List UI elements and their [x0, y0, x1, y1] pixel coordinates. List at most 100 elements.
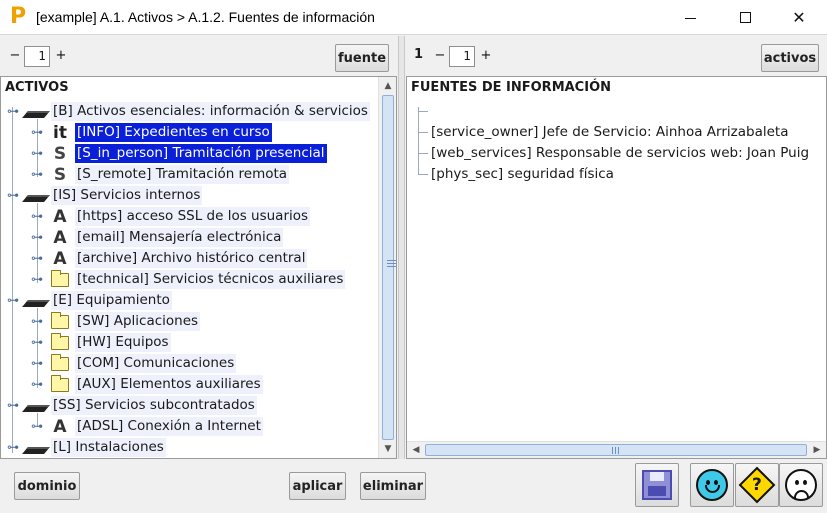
scroll-left-arrow-icon[interactable]: ◀ [407, 441, 425, 458]
folder-icon [49, 269, 71, 289]
fuente-list-item[interactable]: [service_owner] Jefe de Servicio: Ainhoa… [429, 122, 790, 143]
right-depth-plus-button[interactable]: + [479, 48, 493, 64]
tree-node[interactable]: A [archive] Archivo histórico central [49, 248, 308, 269]
right-horizontal-scrollbar[interactable]: ◀ ▶ [407, 441, 826, 458]
horizontal-scroll-thumb[interactable] [425, 444, 807, 456]
fuente-button[interactable]: fuente [335, 44, 389, 72]
aplicar-button[interactable]: aplicar [289, 472, 346, 500]
tree-node[interactable]: [COM] Comunicaciones [49, 353, 237, 374]
tree-root-label: ACTIVOS [5, 80, 69, 95]
tree-guide [418, 111, 428, 112]
split-pane-divider[interactable] [398, 36, 405, 459]
tree-node[interactable]: A [email] Mensajería electrónica [49, 227, 284, 248]
depth-spinner[interactable]: 1 [24, 46, 50, 67]
tree-node-label: [SS] Servicios subcontratados [51, 396, 257, 415]
title-bar: P [example] A.1. Activos > A.1.2. Fuente… [0, 0, 827, 35]
tree-expand-handle[interactable]: ⊶ [7, 101, 25, 122]
tree-node-label: [SW] Aplicaciones [75, 312, 201, 331]
tree-node-label: [S_remote] Tramitación remota [75, 165, 290, 184]
save-button[interactable] [635, 463, 679, 507]
window-title: [example] A.1. Activos > A.1.2. Fuentes … [36, 9, 375, 25]
tree-node[interactable]: [SW] Aplicaciones [49, 311, 201, 332]
tree-node-label: [https] acceso SSL de los usuarios [75, 207, 311, 226]
tree-node[interactable]: A [ADSL] Conexión a Internet [49, 416, 263, 437]
fuente-list-item[interactable]: [phys_sec] seguridad física [429, 164, 616, 185]
tree-expand-handle[interactable]: ⊶ [31, 248, 49, 269]
scroll-right-arrow-icon[interactable]: ▶ [808, 441, 826, 458]
tree-expand-handle[interactable]: ⊶ [7, 290, 25, 311]
right-tree-root-label: FUENTES DE INFORMACIÓN [411, 80, 611, 95]
fuente-label: [phys_sec] seguridad física [431, 166, 614, 182]
tree-expand-handle[interactable]: ⊶ [31, 269, 49, 290]
fuente-list-item[interactable]: [web_services] Responsable de servicios … [429, 143, 811, 164]
tree-node[interactable]: S [S_in_person] Tramitación presencial [49, 143, 327, 164]
scroll-up-arrow-icon[interactable]: ▲ [379, 77, 396, 95]
depth-minus-button[interactable]: − [8, 48, 22, 64]
right-depth-minus-button[interactable]: − [433, 48, 447, 64]
A-icon: A [53, 416, 67, 437]
left-toolbar: − 1 + fuente [0, 40, 397, 72]
tree-node[interactable]: [L] Instalaciones [22, 437, 166, 458]
tree-expand-handle[interactable]: ⊶ [31, 311, 49, 332]
tree-expand-handle[interactable]: ⊶ [7, 437, 25, 458]
fuente-list-item[interactable]: [info_owner] Responsable de la informaci… [429, 101, 826, 122]
scroll-down-arrow-icon[interactable]: ▼ [379, 440, 396, 458]
folder-icon [49, 332, 71, 352]
activos-button[interactable]: activos [761, 44, 819, 72]
tree-node[interactable]: [E] Equipamiento [22, 290, 172, 311]
scroll-thumb[interactable] [382, 95, 396, 440]
tree-expand-handle[interactable]: ⊶ [31, 353, 49, 374]
right-depth-spinner[interactable]: 1 [449, 46, 475, 67]
tree-node[interactable]: [B] Activos esenciales: información & se… [22, 101, 370, 122]
tree-node[interactable]: [AUX] Elementos auxiliares [49, 374, 263, 395]
tree-node[interactable]: [SS] Servicios subcontratados [22, 395, 257, 416]
tree-guide [418, 132, 428, 133]
eliminar-button[interactable]: eliminar [360, 472, 426, 500]
maximize-button[interactable] [722, 0, 768, 35]
folder-icon [49, 374, 71, 394]
cancel-button[interactable] [779, 463, 823, 507]
tree-node-label: [S_in_person] Tramitación presencial [75, 144, 327, 163]
help-button[interactable]: ? [735, 463, 779, 507]
tree-expand-handle[interactable]: ⊶ [31, 143, 49, 164]
tree-node-label: [IS] Servicios internos [51, 186, 203, 205]
maximize-icon [739, 12, 751, 23]
tree-expand-handle[interactable]: ⊶ [31, 164, 49, 185]
layer-icon [22, 292, 50, 310]
tree-node-label: [email] Mensajería electrónica [75, 228, 284, 247]
tree-node-label: [E] Equipamiento [51, 291, 172, 310]
tree-expand-handle[interactable]: ⊶ [31, 227, 49, 248]
tree-expand-handle[interactable]: ⊶ [31, 374, 49, 395]
app-logo-icon: P [10, 4, 27, 29]
tree-expand-handle[interactable]: ⊶ [31, 206, 49, 227]
tree-expand-handle[interactable]: ⊶ [31, 332, 49, 353]
help-diamond-icon: ? [738, 466, 776, 504]
tree-node[interactable]: [technical] Servicios técnicos auxiliare… [49, 269, 346, 290]
tree-expand-handle[interactable]: ⊶ [7, 185, 25, 206]
dominio-button[interactable]: dominio [14, 472, 80, 500]
ok-button[interactable] [690, 463, 734, 507]
folder-icon [49, 311, 71, 331]
tree-node[interactable]: [IS] Servicios internos [22, 185, 203, 206]
left-vertical-scrollbar[interactable]: ▲ ▼ [378, 77, 396, 458]
tree-expand-handle[interactable]: ⊶ [31, 122, 49, 143]
minimize-button[interactable] [667, 0, 713, 35]
tree-node[interactable]: S [S_remote] Tramitación remota [49, 164, 290, 185]
save-icon [642, 470, 672, 500]
tree-node-label: [HW] Equipos [75, 333, 171, 352]
minimize-icon [684, 18, 696, 19]
tree-node[interactable]: it [INFO] Expedientes en curso [49, 122, 272, 143]
depth-plus-button[interactable]: + [54, 48, 68, 64]
tree-expand-handle[interactable]: ⊶ [7, 395, 25, 416]
activos-tree-panel: ACTIVOS ⊶ [B] Activos esenciales: informa… [0, 76, 397, 459]
tree-node-label: [archive] Archivo histórico central [75, 249, 308, 268]
close-button[interactable]: ✕ [776, 0, 822, 35]
happy-face-icon [696, 469, 728, 501]
tree-guide [418, 107, 419, 175]
tree-node[interactable]: [HW] Equipos [49, 332, 171, 353]
it-icon: it [53, 122, 67, 143]
tree-node-label: [ADSL] Conexión a Internet [75, 417, 263, 436]
tree-expand-handle[interactable]: ⊶ [31, 416, 49, 437]
A-icon: A [53, 248, 67, 269]
tree-node[interactable]: A [https] acceso SSL de los usuarios [49, 206, 311, 227]
